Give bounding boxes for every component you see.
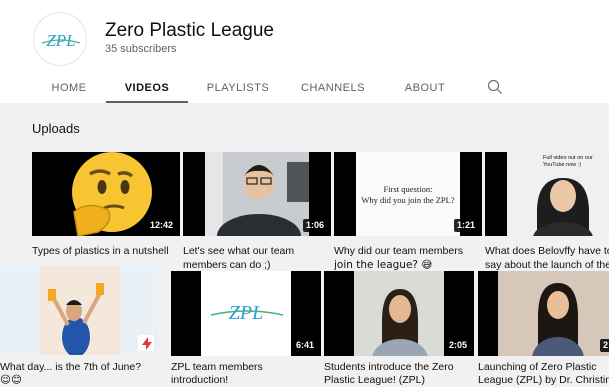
video-title-line-1[interactable]: Launching of Zero Plastic bbox=[478, 360, 609, 374]
video-thumbnail[interactable]: First question: Why did you join the ZPL… bbox=[334, 152, 482, 236]
search-icon[interactable] bbox=[486, 78, 504, 96]
channel-name: Zero Plastic League bbox=[105, 20, 274, 41]
video-title-line-2[interactable]: League (ZPL) by Dr. Christin bbox=[478, 373, 609, 387]
video-title-line-1[interactable]: Let's see what our team bbox=[183, 244, 333, 258]
video-title-line-2[interactable]: 😉😊 bbox=[0, 373, 160, 387]
duration-badge: 6:41 bbox=[292, 339, 317, 352]
duration-badge: 1:21 bbox=[453, 219, 478, 232]
duration-badge: 1:06 bbox=[302, 219, 327, 232]
tab-about[interactable]: ABOUT bbox=[398, 72, 452, 103]
duration-badge: 2 bbox=[599, 339, 609, 352]
tab-home[interactable]: HOME bbox=[44, 72, 94, 103]
channel-header: ZPL Zero Plastic League 35 subscribers H… bbox=[0, 0, 609, 103]
duration-badge: 2:05 bbox=[445, 339, 470, 352]
subscriber-count: 35 subscribers bbox=[105, 43, 177, 55]
video-title-line-2[interactable]: say about the launch of the... bbox=[485, 258, 609, 272]
video-thumbnail[interactable]: Full video out on our YouTube now :) bbox=[485, 152, 609, 236]
thumbnail-caption: Full video out on our YouTube now :) bbox=[543, 155, 593, 168]
video-thumbnail[interactable]: 1:06 bbox=[183, 152, 331, 236]
zpl-logo-icon: ZPL bbox=[41, 31, 81, 50]
video-thumbnail[interactable] bbox=[0, 265, 158, 355]
duration-badge: 12:42 bbox=[146, 219, 176, 232]
video-title-line-1[interactable]: What does Belovffy have to bbox=[485, 244, 609, 258]
video-title-line-2[interactable]: introduction! bbox=[171, 373, 323, 387]
tab-videos[interactable]: VIDEOS bbox=[106, 72, 188, 103]
channel-tabs: HOME VIDEOS PLAYLISTS CHANNELS ABOUT bbox=[0, 72, 609, 103]
video-title-line-1[interactable]: What day... is the 7th of June? bbox=[0, 360, 160, 374]
tab-playlists[interactable]: PLAYLISTS bbox=[202, 72, 274, 103]
video-thumbnail[interactable]: 12:42 bbox=[32, 152, 180, 236]
svg-text:ZPL: ZPL bbox=[229, 302, 263, 324]
video-title-line-1[interactable]: ZPL team members bbox=[171, 360, 323, 374]
channel-avatar[interactable]: ZPL bbox=[33, 12, 87, 66]
video-thumbnail[interactable]: ZPL 6:41 bbox=[171, 271, 321, 356]
uploads-heading: Uploads bbox=[32, 121, 80, 136]
video-title-line-2[interactable]: members can do ;) bbox=[183, 258, 333, 272]
video-title-line-1[interactable]: Students introduce the Zero bbox=[324, 360, 476, 374]
video-title[interactable]: Types of plastics in a nutshell bbox=[32, 244, 182, 258]
video-thumbnail[interactable]: 2:05 bbox=[324, 271, 474, 356]
video-title-line-1[interactable]: Why did our team members bbox=[334, 244, 484, 258]
video-thumbnail[interactable]: 2 bbox=[478, 271, 609, 356]
video-title-line-2[interactable]: join the league? 😅 bbox=[334, 258, 484, 272]
thumbnail-caption: First question: Why did you join the ZPL… bbox=[361, 184, 455, 205]
video-title-line-2[interactable]: Plastic League! (ZPL) bbox=[324, 373, 476, 387]
tab-channels[interactable]: CHANNELS bbox=[298, 72, 368, 103]
